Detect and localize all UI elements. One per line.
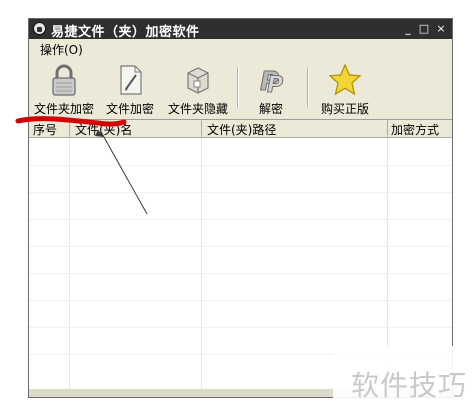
decrypt-label: 解密 — [258, 102, 283, 116]
grid-line — [29, 192, 452, 193]
box-icon — [187, 67, 209, 94]
header-divider — [387, 120, 388, 137]
grid-line — [69, 138, 70, 389]
window-title: 易捷文件（夹）加密软件 — [51, 25, 200, 40]
grid-line — [29, 327, 452, 328]
table-header: 序号 文件(夹)名 文件(夹)路径 加密方式 — [29, 120, 452, 138]
title-bar[interactable]: 易捷文件（夹）加密软件 _ □ × — [29, 19, 452, 40]
app-icon — [33, 22, 46, 35]
svg-text:P: P — [267, 73, 283, 97]
column-encrypt-method[interactable]: 加密方式 — [391, 121, 439, 138]
folder-encrypt-label: 文件夹加密 — [33, 102, 94, 116]
menu-operate[interactable]: 操作(O) — [40, 41, 83, 58]
grid-line — [201, 138, 202, 389]
toolbar-separator — [237, 67, 239, 107]
buy-license-label: 购买正版 — [320, 102, 369, 116]
watermark: 软件技巧 — [333, 346, 473, 416]
close-button[interactable]: × — [434, 22, 448, 35]
buy-license-button[interactable]: 购买正版 — [313, 63, 377, 116]
app-window: 易捷文件（夹）加密软件 _ □ × 操作(O) 文件夹加密 文件加密 文件夹隐藏… — [28, 18, 453, 398]
column-index[interactable]: 序号 — [33, 121, 57, 138]
document-pencil-icon — [120, 65, 142, 95]
header-divider — [69, 120, 70, 137]
folder-hide-button[interactable]: 文件夹隐藏 — [163, 63, 233, 116]
toolbar-separator — [307, 67, 309, 107]
watermark-text: 软件技巧 — [350, 369, 467, 402]
column-filename[interactable]: 文件(夹)名 — [75, 121, 132, 138]
folder-hide-label: 文件夹隐藏 — [167, 102, 228, 116]
folder-encrypt-button[interactable]: 文件夹加密 — [31, 63, 97, 116]
menu-bar: 操作(O) — [29, 39, 452, 57]
grid-line — [29, 246, 452, 247]
toolbar: 文件夹加密 文件加密 文件夹隐藏 P P 解密 购买正版 — [29, 57, 452, 117]
grid-line — [29, 219, 452, 220]
file-encrypt-label: 文件加密 — [105, 102, 154, 116]
padlock-icon — [52, 64, 76, 96]
p-key-icon: P P — [260, 67, 284, 98]
grid-line — [29, 165, 452, 166]
file-encrypt-button[interactable]: 文件加密 — [101, 63, 159, 116]
star-icon — [328, 63, 362, 96]
grid-line — [29, 273, 452, 274]
minimize-button[interactable]: _ — [401, 22, 415, 35]
column-path[interactable]: 文件(夹)路径 — [207, 121, 276, 138]
maximize-button[interactable]: □ — [417, 22, 431, 35]
decrypt-button[interactable]: P P 解密 — [243, 63, 299, 117]
header-divider — [201, 120, 202, 137]
grid-line — [29, 300, 452, 301]
